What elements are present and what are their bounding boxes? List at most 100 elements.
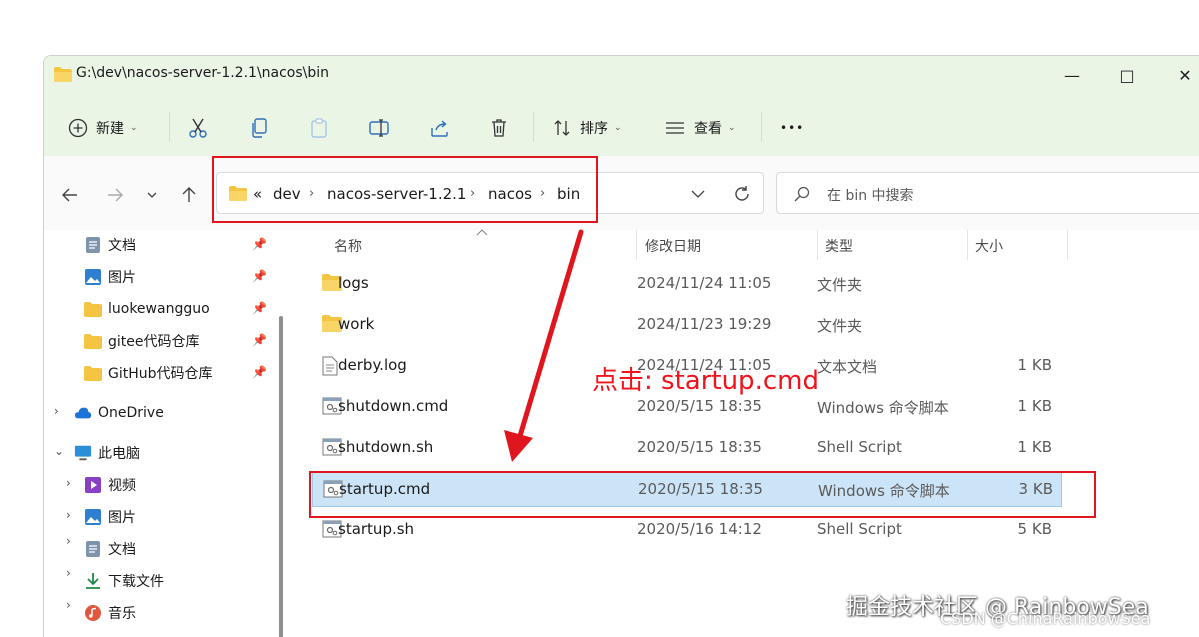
refresh-icon[interactable] xyxy=(733,185,751,203)
column-divider[interactable] xyxy=(1067,230,1068,260)
document-icon xyxy=(84,236,102,254)
file-name: logs xyxy=(338,274,369,292)
file-row[interactable]: logs 2024/11/24 11:05 文件夹 xyxy=(312,266,1062,302)
pin-icon: 📌 xyxy=(252,301,267,315)
chevron-right-icon[interactable]: › xyxy=(66,534,71,548)
pin-icon: 📌 xyxy=(252,237,267,251)
video-icon xyxy=(84,476,102,494)
folder-icon xyxy=(84,364,102,382)
chevron-right-icon[interactable]: › xyxy=(66,476,71,490)
chevron-down-icon[interactable] xyxy=(691,189,705,199)
nav-item-downloads[interactable]: 下载文件 xyxy=(84,566,164,596)
file-name: shutdown.sh xyxy=(338,438,434,456)
column-header-name[interactable]: 名称 xyxy=(334,236,362,256)
search-box[interactable]: 在 bin 中搜索 xyxy=(776,172,1199,214)
minimize-button[interactable]: — xyxy=(1057,60,1087,90)
chevron-right-icon[interactable]: › xyxy=(66,566,71,580)
rename-icon xyxy=(369,119,389,137)
file-type: Windows 命令脚本 xyxy=(817,399,949,417)
nav-item-onedrive[interactable]: OneDrive xyxy=(74,398,164,428)
nav-item-videos[interactable]: 视频 xyxy=(84,470,136,500)
file-date: 2024/11/24 11:05 xyxy=(637,274,772,292)
annotation-text: 点击: startup.cmd xyxy=(592,366,819,396)
file-date: 2020/5/15 18:35 xyxy=(637,438,762,456)
pictures-icon xyxy=(84,508,102,526)
nav-item-pc-pictures[interactable]: 图片 xyxy=(84,502,136,532)
nav-item-this-pc[interactable]: 此电脑 xyxy=(74,438,140,468)
file-highlight-box xyxy=(309,471,1096,518)
sort-label: 排序 xyxy=(580,121,608,137)
search-input[interactable]: 在 bin 中搜索 xyxy=(827,185,914,205)
file-row[interactable]: work 2024/11/23 19:29 文件夹 xyxy=(312,307,1062,343)
file-name: startup.sh xyxy=(338,520,415,538)
cut-button[interactable] xyxy=(188,114,208,142)
column-header-type[interactable]: 类型 xyxy=(825,236,853,256)
chevron-right-icon[interactable]: › xyxy=(66,598,71,612)
paste-button[interactable] xyxy=(309,114,329,142)
toolbar-divider xyxy=(533,112,534,142)
nav-item-label: gitee代码仓库 xyxy=(108,334,200,350)
chevron-down-icon: ⌄ xyxy=(614,123,622,133)
sort-icon xyxy=(554,120,570,136)
more-options-button[interactable]: ••• xyxy=(780,114,804,142)
nav-item-label: 文档 xyxy=(108,542,136,558)
view-button[interactable]: 查看 ⌄ xyxy=(664,114,736,142)
chevron-right-icon[interactable]: › xyxy=(54,404,59,418)
maximize-button[interactable]: □ xyxy=(1112,60,1142,90)
nav-pane-scrollbar[interactable] xyxy=(279,316,283,637)
pin-icon: 📌 xyxy=(252,365,267,379)
up-arrow-icon[interactable] xyxy=(178,184,200,206)
file-date: 2020/5/16 14:12 xyxy=(637,520,762,538)
computer-icon xyxy=(74,444,92,462)
back-arrow-icon[interactable] xyxy=(59,184,81,206)
close-button[interactable]: ✕ xyxy=(1170,60,1199,90)
nav-item-pc-documents[interactable]: 文档 xyxy=(84,534,136,564)
nav-item-pictures[interactable]: 图片 xyxy=(84,262,136,292)
file-type: 文本文档 xyxy=(817,358,878,376)
sort-button[interactable]: 排序 ⌄ xyxy=(552,114,622,142)
new-label: 新建 xyxy=(96,121,124,137)
share-button[interactable] xyxy=(429,114,451,142)
rename-button[interactable] xyxy=(368,114,390,142)
nav-item-github[interactable]: GitHub代码仓库 xyxy=(84,358,213,388)
column-divider[interactable] xyxy=(817,230,818,260)
address-highlight-box xyxy=(212,156,598,223)
recent-locations-chevron-icon[interactable] xyxy=(141,184,163,206)
chevron-right-icon[interactable]: › xyxy=(66,508,71,522)
file-size: 1 KB xyxy=(1017,397,1052,415)
search-icon xyxy=(794,186,810,202)
window-title: G:\dev\nacos-server-1.2.1\nacos\bin xyxy=(76,65,330,81)
cloud-icon xyxy=(74,404,92,422)
column-header-size[interactable]: 大小 xyxy=(975,236,1003,256)
new-button[interactable]: 新建 ⌄ xyxy=(68,114,138,142)
watermark-csdn: CSDN @ChinaRainbowSea xyxy=(940,609,1151,628)
delete-button[interactable] xyxy=(489,114,509,142)
folder-icon xyxy=(54,67,72,82)
nav-item-label: OneDrive xyxy=(98,405,164,421)
file-row[interactable]: shutdown.sh 2020/5/15 18:35 Shell Script 1 … xyxy=(312,430,1062,466)
nav-item-music[interactable]: 音乐 xyxy=(84,598,136,628)
file-explorer-window: G:\dev\nacos-server-1.2.1\nacos\bin — □ … xyxy=(43,55,1199,637)
column-header-date[interactable]: 修改日期 xyxy=(645,236,701,256)
file-type: 文件夹 xyxy=(817,276,863,294)
nav-item-documents[interactable]: 文档 xyxy=(84,230,136,260)
list-view-icon xyxy=(666,122,684,134)
column-divider[interactable] xyxy=(967,230,968,260)
nav-item-label: luokewangguo xyxy=(108,301,210,317)
nav-item-luokewangguo[interactable]: luokewangguo xyxy=(84,294,210,324)
download-icon xyxy=(84,572,102,590)
file-date: 2020/5/15 18:35 xyxy=(637,397,762,415)
column-divider[interactable] xyxy=(636,230,637,260)
file-type: Shell Script xyxy=(817,520,902,538)
nav-item-gitee[interactable]: gitee代码仓库 xyxy=(84,326,200,356)
copy-button[interactable] xyxy=(249,114,269,142)
nav-item-label: 下载文件 xyxy=(108,574,164,590)
forward-arrow-icon[interactable] xyxy=(104,184,126,206)
file-name: derby.log xyxy=(338,356,407,374)
scissors-icon xyxy=(189,118,207,138)
chevron-down-icon[interactable]: ⌄ xyxy=(54,444,64,458)
nav-item-label: 文档 xyxy=(108,238,136,254)
file-size: 5 KB xyxy=(1017,520,1052,538)
nav-item-label: GitHub代码仓库 xyxy=(108,366,213,382)
sort-ascending-icon xyxy=(476,229,488,236)
